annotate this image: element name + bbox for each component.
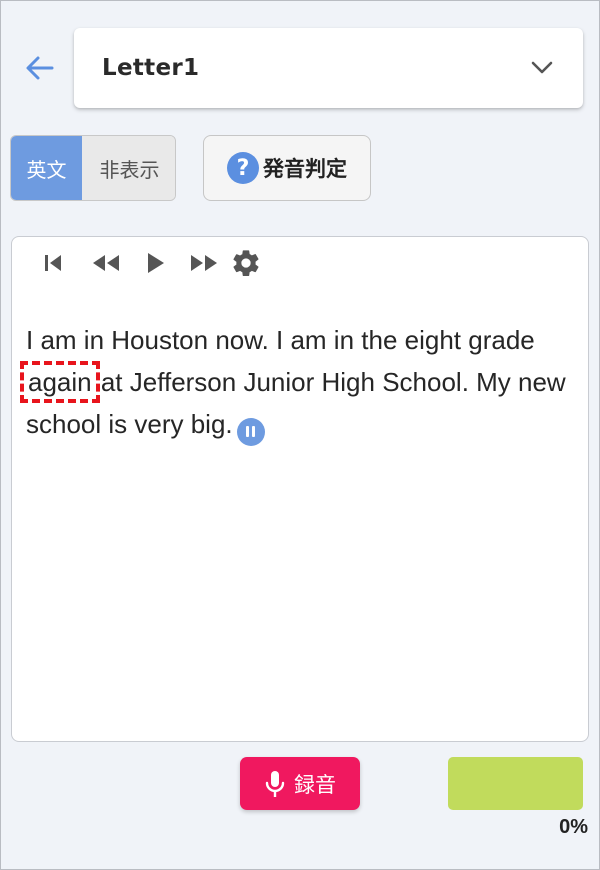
lesson-dropdown-label: Letter1 bbox=[102, 55, 200, 81]
text-display-toggle: 英文 非表示 bbox=[10, 135, 176, 201]
score-bar bbox=[448, 757, 583, 810]
passage-text: I am in Houston now. I am in the eight g… bbox=[20, 319, 566, 446]
passage-text-after: at Jefferson Junior High School. My new … bbox=[26, 367, 566, 439]
record-label: 録音 bbox=[294, 772, 336, 797]
play-icon bbox=[148, 253, 164, 273]
fast-forward-button[interactable] bbox=[184, 245, 224, 281]
pause-icon bbox=[246, 426, 250, 437]
pronunciation-check-button[interactable]: ? 発音判定 bbox=[203, 135, 371, 201]
arrow-left-icon bbox=[26, 56, 54, 80]
lesson-dropdown[interactable]: Letter1 bbox=[74, 28, 583, 108]
pause-button[interactable] bbox=[236, 417, 265, 446]
record-button[interactable]: 録音 bbox=[240, 757, 360, 810]
skip-to-start-button[interactable] bbox=[38, 245, 68, 281]
passage-panel: I am in Houston now. I am in the eight g… bbox=[11, 236, 589, 742]
toggle-english-button[interactable]: 英文 bbox=[11, 136, 82, 200]
passage-text-before: I am in Houston now. I am in the eight g… bbox=[26, 325, 535, 355]
gear-icon bbox=[233, 250, 259, 277]
highlighted-word[interactable]: again bbox=[20, 361, 100, 403]
toggle-hide-button[interactable]: 非表示 bbox=[82, 136, 175, 200]
fast-forward-icon bbox=[191, 255, 217, 271]
help-circle-icon: ? bbox=[227, 152, 259, 184]
back-button[interactable] bbox=[22, 50, 58, 86]
settings-button[interactable] bbox=[228, 245, 264, 281]
rewind-button[interactable] bbox=[86, 245, 126, 281]
microphone-icon bbox=[265, 770, 285, 797]
rewind-icon bbox=[93, 255, 119, 271]
score-bar-fill bbox=[448, 757, 583, 810]
player-controls bbox=[38, 245, 264, 281]
score-percentage: 0% bbox=[559, 816, 588, 838]
skip-to-start-icon bbox=[45, 255, 61, 271]
pronunciation-check-label: 発音判定 bbox=[263, 157, 347, 181]
play-button[interactable] bbox=[140, 245, 170, 281]
chevron-down-icon bbox=[531, 61, 553, 74]
